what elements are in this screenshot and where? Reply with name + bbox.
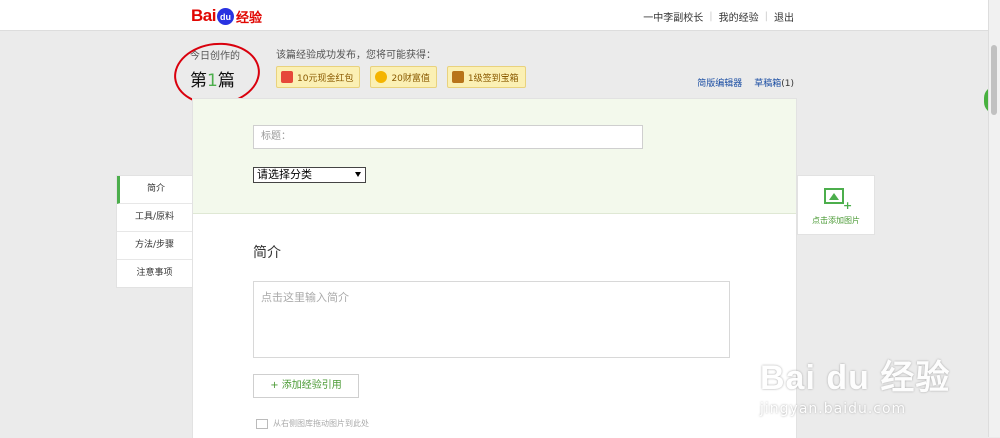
- editor-links: 简版编辑器 草稿箱(1): [697, 76, 794, 89]
- add-image-label: 点击添加图片: [812, 216, 860, 225]
- dropdown-arrow-icon: [355, 172, 361, 177]
- add-image-icon: [824, 188, 844, 204]
- reward-label: 20财富值: [391, 73, 430, 84]
- user-links: 一中李副校长 | 我的经验 | 退出: [643, 9, 794, 24]
- editor-panel: 标题： 请选择分类 简介 点击这里输入简介 + 添加经验引用 从右侧图库拖动图片…: [192, 98, 797, 438]
- watermark-url: jingyan.baidu.com: [760, 401, 907, 417]
- intro-textarea[interactable]: 点击这里输入简介: [253, 281, 730, 358]
- divider: |: [764, 11, 768, 22]
- drag-hint-text: 从右侧图库拖动图片到此处: [273, 419, 369, 428]
- reward-title: 该篇经验成功发布，您将可能获得：: [276, 50, 436, 61]
- reward-wealth[interactable]: 20财富值: [370, 66, 437, 88]
- my-experience-link[interactable]: 我的经验: [719, 9, 759, 24]
- simple-editor-link[interactable]: 简版编辑器: [697, 76, 742, 89]
- category-selected-value: 请选择分类: [257, 168, 312, 181]
- username-link[interactable]: 一中李副校长: [643, 9, 703, 24]
- baidu-paw-icon: du: [216, 7, 234, 25]
- treasure-chest-icon: [451, 71, 464, 83]
- red-packet-icon: [281, 71, 293, 83]
- logout-link[interactable]: 退出: [774, 9, 794, 24]
- title-section: 标题： 请选择分类: [193, 99, 796, 214]
- reward-label: 1级签到宝箱: [467, 73, 519, 84]
- drag-image-hint: 从右侧图库拖动图片到此处: [256, 418, 369, 429]
- category-select[interactable]: 请选择分类: [253, 167, 366, 183]
- drafts-link[interactable]: 草稿箱(1): [754, 76, 794, 89]
- baidu-jingyan-logo[interactable]: Bai du 经验: [191, 6, 262, 26]
- add-reference-button[interactable]: + 添加经验引用: [253, 374, 359, 398]
- drafts-count: (1): [781, 79, 794, 89]
- logo-cn-text: 经验: [235, 10, 262, 26]
- nav-item-steps[interactable]: 方法/步骤: [117, 232, 192, 260]
- nav-item-tools[interactable]: 工具/原料: [117, 204, 192, 232]
- title-input[interactable]: 标题：: [253, 125, 643, 149]
- reward-chest[interactable]: 1级签到宝箱: [446, 66, 526, 88]
- coin-icon: [375, 71, 388, 83]
- page-scrollbar[interactable]: [988, 0, 1000, 437]
- intro-section-title: 简介: [253, 245, 281, 261]
- add-image-button[interactable]: + 点击添加图片: [797, 175, 875, 235]
- plus-icon: +: [843, 199, 853, 212]
- logo-text: Bai: [191, 6, 216, 25]
- picture-icon: [256, 418, 268, 429]
- nav-item-notes[interactable]: 注意事项: [117, 260, 192, 287]
- section-nav: 简介 工具/原料 方法/步骤 注意事项: [116, 175, 193, 288]
- reward-list: 10元现金红包 20财富值 1级签到宝箱: [276, 66, 526, 88]
- watermark-logo: Bai du 经验: [760, 359, 951, 397]
- nav-item-intro[interactable]: 简介: [117, 176, 192, 204]
- drafts-label: 草稿箱: [754, 79, 782, 89]
- watermark: Bai du 经验 jingyan.baidu.com: [760, 350, 950, 417]
- top-bar: Bai du 经验 一中李副校长 | 我的经验 | 退出: [0, 0, 1000, 31]
- reward-label: 10元现金红包: [297, 73, 354, 84]
- scrollbar-thumb[interactable]: [991, 45, 997, 115]
- divider: |: [709, 11, 713, 22]
- reward-cash[interactable]: 10元现金红包: [276, 66, 361, 88]
